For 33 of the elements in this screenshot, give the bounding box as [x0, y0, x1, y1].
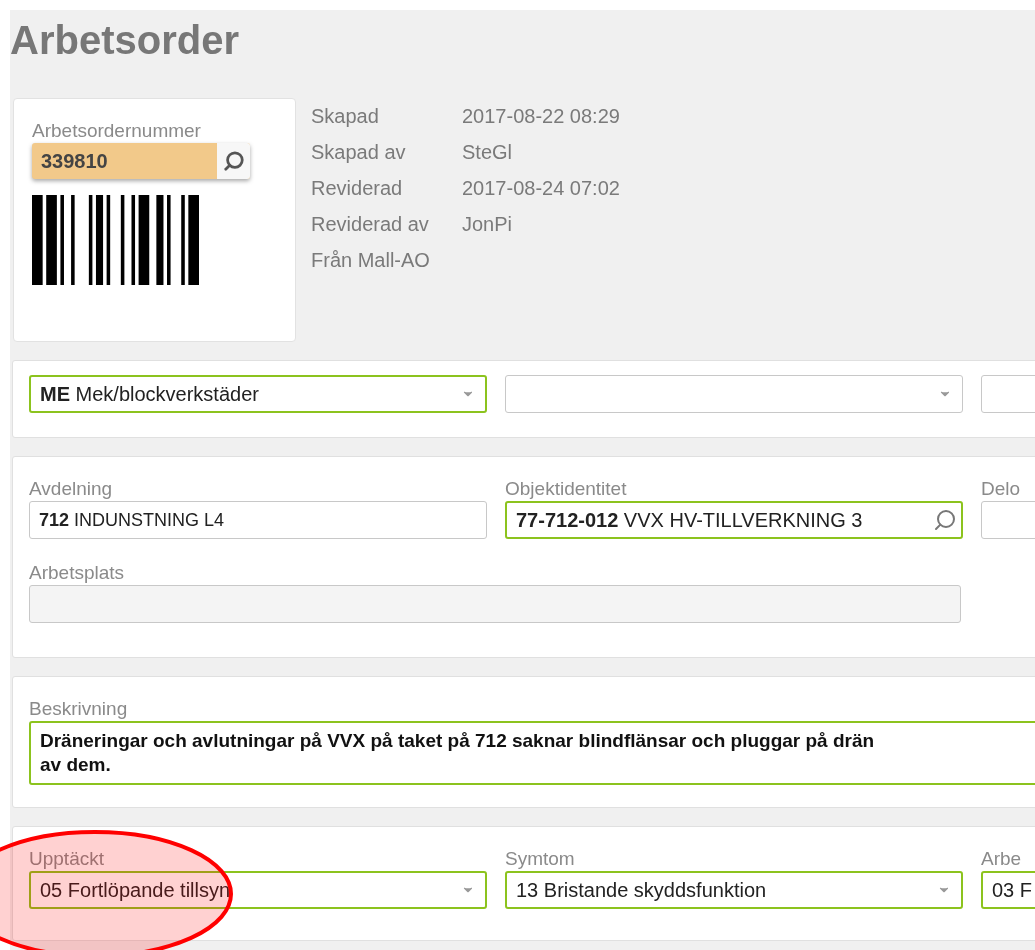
- meta-label: Skapad: [311, 104, 380, 129]
- meta-value: 2017-08-22 08:29: [462, 104, 620, 129]
- search-icon[interactable]: [933, 508, 957, 532]
- meta-value: JonPi: [462, 212, 513, 237]
- field-label: Symtom: [505, 847, 575, 871]
- field-label: Beskrivning: [29, 697, 128, 721]
- field-label: Avdelning: [29, 477, 113, 501]
- field-label: Delo: [981, 477, 1021, 501]
- description-line: Dräneringar och avlutningar på VVX på taket på 712 saknar blindflänsar och pluggar på drän: [40, 729, 875, 753]
- search-field[interactable]: 77-712-012 VVX HV-TILLVERKNING 3: [505, 501, 963, 539]
- input-field[interactable]: [29, 585, 961, 623]
- input-field[interactable]: 712 INDUNSTNING L4: [29, 501, 487, 539]
- meta-label: Från Mall-AO: [311, 248, 431, 273]
- dropdown-field[interactable]: 05 Fortlöpande tillsyn: [29, 871, 487, 909]
- field-label: Arbetsplats: [29, 561, 125, 585]
- dropdown-field[interactable]: 03 F: [981, 871, 1035, 909]
- dropdown-field[interactable]: ME Mek/blockverkstäder: [29, 375, 487, 413]
- meta-label: Reviderad av: [311, 212, 430, 237]
- field-label: Upptäckt: [29, 847, 104, 871]
- meta-label: Skapad av: [311, 140, 407, 165]
- meta-value: 2017-08-24 07:02: [462, 176, 620, 201]
- page-title: Arbetsorder: [10, 17, 239, 64]
- dropdown-field[interactable]: [505, 375, 963, 413]
- field-label: Arbetsordernummer: [32, 119, 201, 143]
- field-label: Objektidentitet: [505, 477, 627, 501]
- order-number-field[interactable]: 339810: [32, 143, 250, 179]
- search-icon[interactable]: [217, 143, 250, 179]
- field-label: Arbe: [981, 847, 1022, 871]
- description-line: av dem.: [40, 753, 111, 777]
- meta-label: Reviderad: [311, 176, 404, 201]
- meta-value: SteGl: [462, 140, 513, 165]
- dropdown-field[interactable]: 13 Bristande skyddsfunktion: [505, 871, 963, 909]
- description-field[interactable]: Dräneringar och avlutningar på VVX på taket på 712 saknar blindflänsar och pluggar på drän av dem.: [29, 721, 1035, 785]
